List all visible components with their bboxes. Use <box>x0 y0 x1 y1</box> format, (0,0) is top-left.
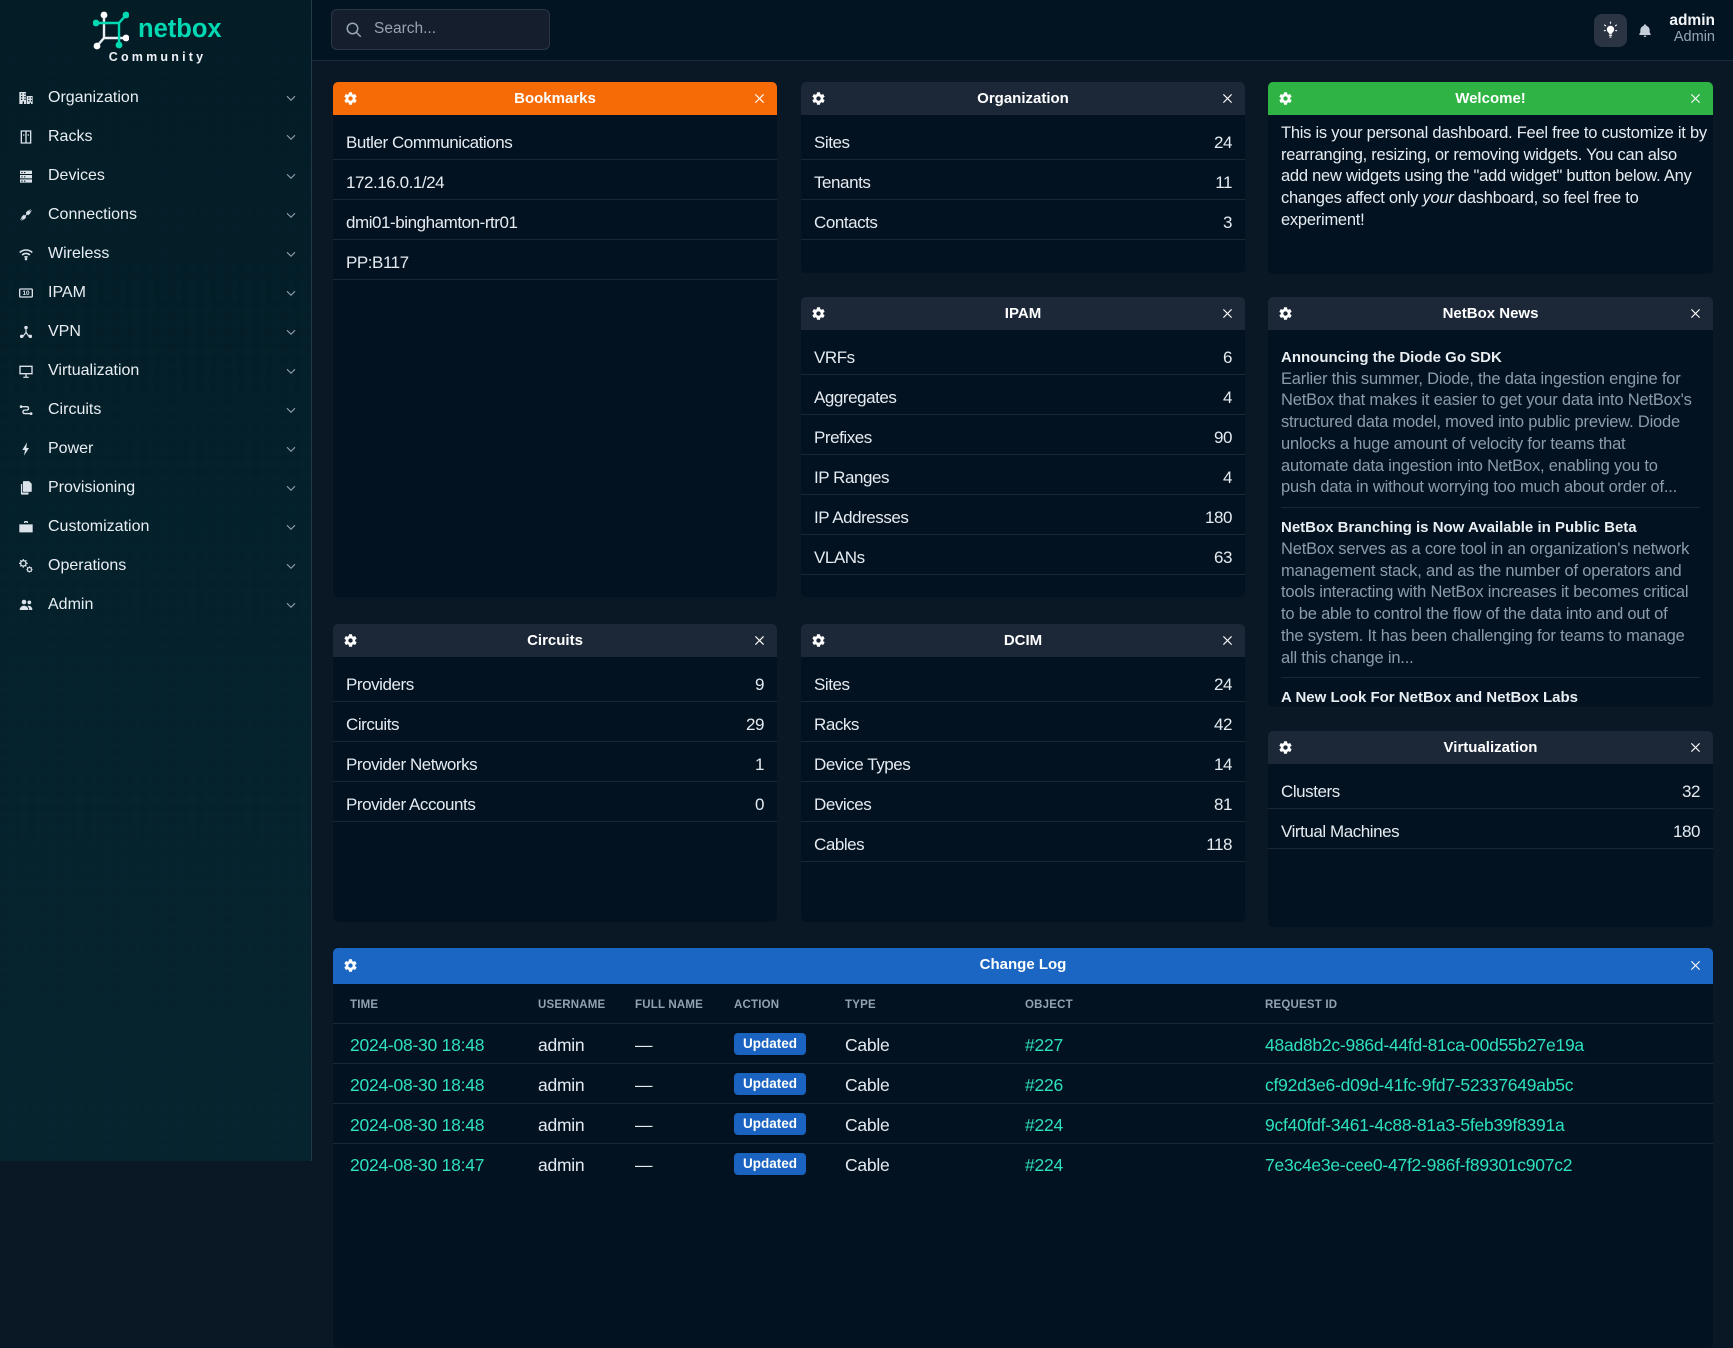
svg-text:10: 10 <box>22 290 30 297</box>
